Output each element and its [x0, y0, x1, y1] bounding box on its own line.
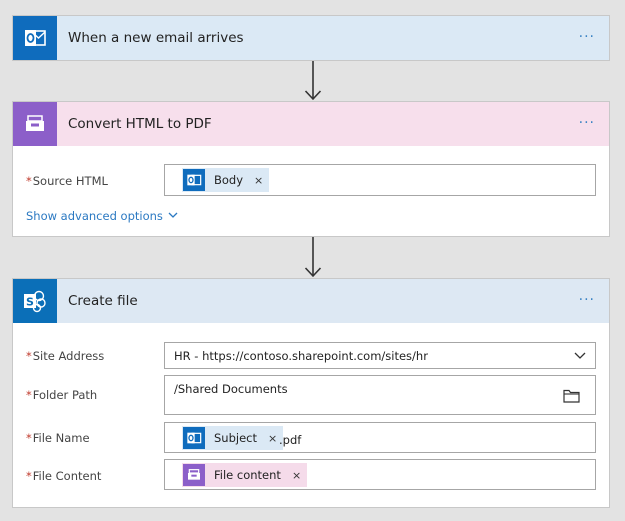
convert-more-menu[interactable]: ··· — [579, 115, 595, 131]
source-html-label-text: Source HTML — [32, 174, 108, 188]
trigger-card-header[interactable]: When a new email arrives ··· — [13, 15, 609, 60]
site-address-dropdown[interactable]: HR - https://contoso.sharepoint.com/site… — [164, 342, 596, 369]
folder-path-value: /Shared Documents — [174, 382, 288, 396]
outlook-icon — [13, 15, 57, 60]
create-file-card[interactable]: S Create file ··· *Site Address HR - htt… — [12, 278, 610, 508]
site-address-value: HR - https://contoso.sharepoint.com/site… — [174, 349, 428, 363]
source-html-label: *Source HTML — [26, 174, 108, 188]
show-advanced-options-link[interactable]: Show advanced options — [26, 209, 178, 223]
body-token-label: Body — [214, 173, 244, 187]
required-mark: * — [26, 431, 32, 445]
show-advanced-options-text: Show advanced options — [26, 209, 163, 223]
convert-card[interactable]: Convert HTML to PDF ··· *Source HTML Bod… — [12, 101, 610, 237]
file-content-label-text: File Content — [32, 469, 102, 483]
chevron-down-icon[interactable] — [574, 352, 586, 360]
required-mark: * — [26, 469, 32, 483]
remove-file-content-token-button[interactable]: × — [292, 469, 301, 482]
file-content-token-label: File content — [214, 468, 281, 482]
file-content-token[interactable]: File content × — [182, 463, 308, 487]
site-address-label: *Site Address — [26, 349, 104, 363]
printer-tray-icon — [183, 464, 205, 486]
create-file-title: Create file — [68, 293, 138, 309]
file-name-label-text: File Name — [32, 431, 90, 445]
required-mark: * — [26, 174, 32, 188]
source-html-field[interactable]: Body × — [164, 164, 596, 196]
remove-subject-token-button[interactable]: × — [268, 432, 277, 445]
create-file-more-menu[interactable]: ··· — [579, 292, 595, 308]
outlook-icon — [183, 169, 205, 191]
file-name-label: *File Name — [26, 431, 90, 445]
printer-tray-icon — [13, 102, 57, 146]
trigger-title: When a new email arrives — [68, 29, 244, 46]
subject-token-label: Subject — [214, 431, 257, 445]
trigger-more-menu[interactable]: ··· — [579, 29, 595, 45]
convert-title: Convert HTML to PDF — [68, 116, 212, 132]
file-name-suffix: .pdf — [279, 433, 302, 447]
folder-path-label: *Folder Path — [26, 388, 97, 402]
required-mark: * — [26, 388, 32, 402]
file-content-field[interactable]: File content × — [164, 459, 596, 490]
folder-path-label-text: Folder Path — [32, 388, 98, 402]
body-token[interactable]: Body × — [182, 168, 270, 192]
folder-icon[interactable] — [563, 389, 580, 403]
file-content-label: *File Content — [26, 469, 101, 483]
outlook-icon — [183, 427, 205, 449]
required-mark: * — [26, 349, 32, 363]
file-name-field[interactable]: Subject × .pdf — [164, 422, 596, 453]
convert-card-header[interactable]: Convert HTML to PDF ··· — [13, 102, 609, 146]
site-address-label-text: Site Address — [32, 349, 105, 363]
connector-arrow-2 — [304, 237, 322, 278]
svg-text:S: S — [26, 296, 34, 309]
trigger-card[interactable]: When a new email arrives ··· — [12, 15, 610, 61]
create-file-card-header[interactable]: S Create file ··· — [13, 279, 609, 323]
connector-arrow-1 — [304, 61, 322, 101]
subject-token[interactable]: Subject × — [182, 426, 284, 450]
sharepoint-icon: S — [13, 279, 57, 323]
folder-path-field[interactable]: /Shared Documents — [164, 375, 596, 415]
remove-body-token-button[interactable]: × — [254, 174, 263, 187]
chevron-down-icon — [168, 212, 178, 218]
